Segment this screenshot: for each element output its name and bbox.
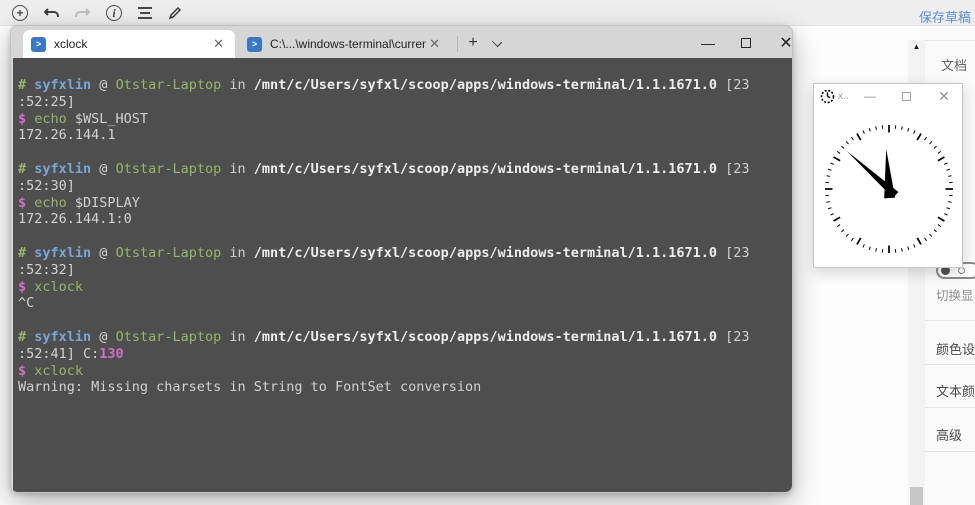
sidebar-item-advanced[interactable]: 高级 xyxy=(936,425,975,444)
maximize-button[interactable] xyxy=(737,34,755,52)
scroll-up-arrow-icon[interactable]: ▲ xyxy=(908,42,925,51)
sidebar-item-document[interactable]: 文档 xyxy=(941,55,975,74)
outline-list-icon[interactable] xyxy=(135,3,155,23)
sidebar-divider xyxy=(925,40,975,41)
xclock-title: x.. xyxy=(838,91,849,102)
terminal-tab-icon: > xyxy=(247,37,262,52)
info-icon[interactable]: i xyxy=(104,3,124,23)
xclock-face xyxy=(814,110,964,269)
tab-close-icon[interactable]: ✕ xyxy=(210,36,227,52)
new-tab-button[interactable]: + xyxy=(463,33,483,53)
sidebar-divider xyxy=(925,407,975,408)
sidebar-item-toggle-display: 切换显 xyxy=(936,285,975,304)
edit-pencil-icon[interactable] xyxy=(165,3,185,23)
terminal-output[interactable]: # syfxlin @ Otstar-Laptop in /mnt/c/User… xyxy=(13,58,792,492)
add-circle-icon[interactable]: + xyxy=(10,3,30,23)
sidebar-item-text-color[interactable]: 文本颜 xyxy=(936,381,975,400)
tab-windows-terminal-current[interactable]: > C:\...\windows-terminal\current ✕ xyxy=(239,30,451,58)
maximize-button[interactable] xyxy=(898,88,914,104)
tab-separator xyxy=(457,36,458,52)
xclock-titlebar[interactable]: x.. — ✕ xyxy=(814,84,962,110)
terminal-titlebar[interactable]: > xclock ✕ > C:\...\windows-terminal\cur… xyxy=(11,26,792,58)
close-button[interactable]: ✕ xyxy=(777,34,793,52)
sidebar-item-color-settings[interactable]: 颜色设 xyxy=(936,339,975,358)
scrollbar-thumb[interactable] xyxy=(910,487,923,505)
sidebar-divider xyxy=(925,451,975,452)
sidebar-divider xyxy=(925,364,975,365)
tab-label: C:\...\windows-terminal\current xyxy=(270,37,426,51)
sidebar-divider xyxy=(925,320,975,321)
tab-dropdown-chevron-icon[interactable] xyxy=(489,35,507,51)
xclock-window: x.. — ✕ xyxy=(813,83,963,268)
tab-label: xclock xyxy=(54,37,210,51)
tab-xclock[interactable]: > xclock ✕ xyxy=(23,30,235,58)
close-button[interactable]: ✕ xyxy=(936,88,952,104)
editor-toolbar: + i 保存草稿 xyxy=(0,0,975,26)
redo-icon[interactable] xyxy=(72,3,92,23)
terminal-tab-icon: > xyxy=(31,37,46,52)
clock-icon xyxy=(820,89,835,104)
page: + i 保存草稿 文档 切换显 颜色设 文本颜 高级 ▲ > xyxy=(0,0,975,505)
tab-close-icon[interactable]: ✕ xyxy=(426,36,443,52)
minimize-button[interactable]: — xyxy=(699,34,717,52)
terminal-window: > xclock ✕ > C:\...\windows-terminal\cur… xyxy=(10,25,793,493)
minimize-button[interactable]: — xyxy=(862,88,878,104)
save-draft-button[interactable]: 保存草稿 xyxy=(919,7,971,26)
undo-icon[interactable] xyxy=(42,3,62,23)
